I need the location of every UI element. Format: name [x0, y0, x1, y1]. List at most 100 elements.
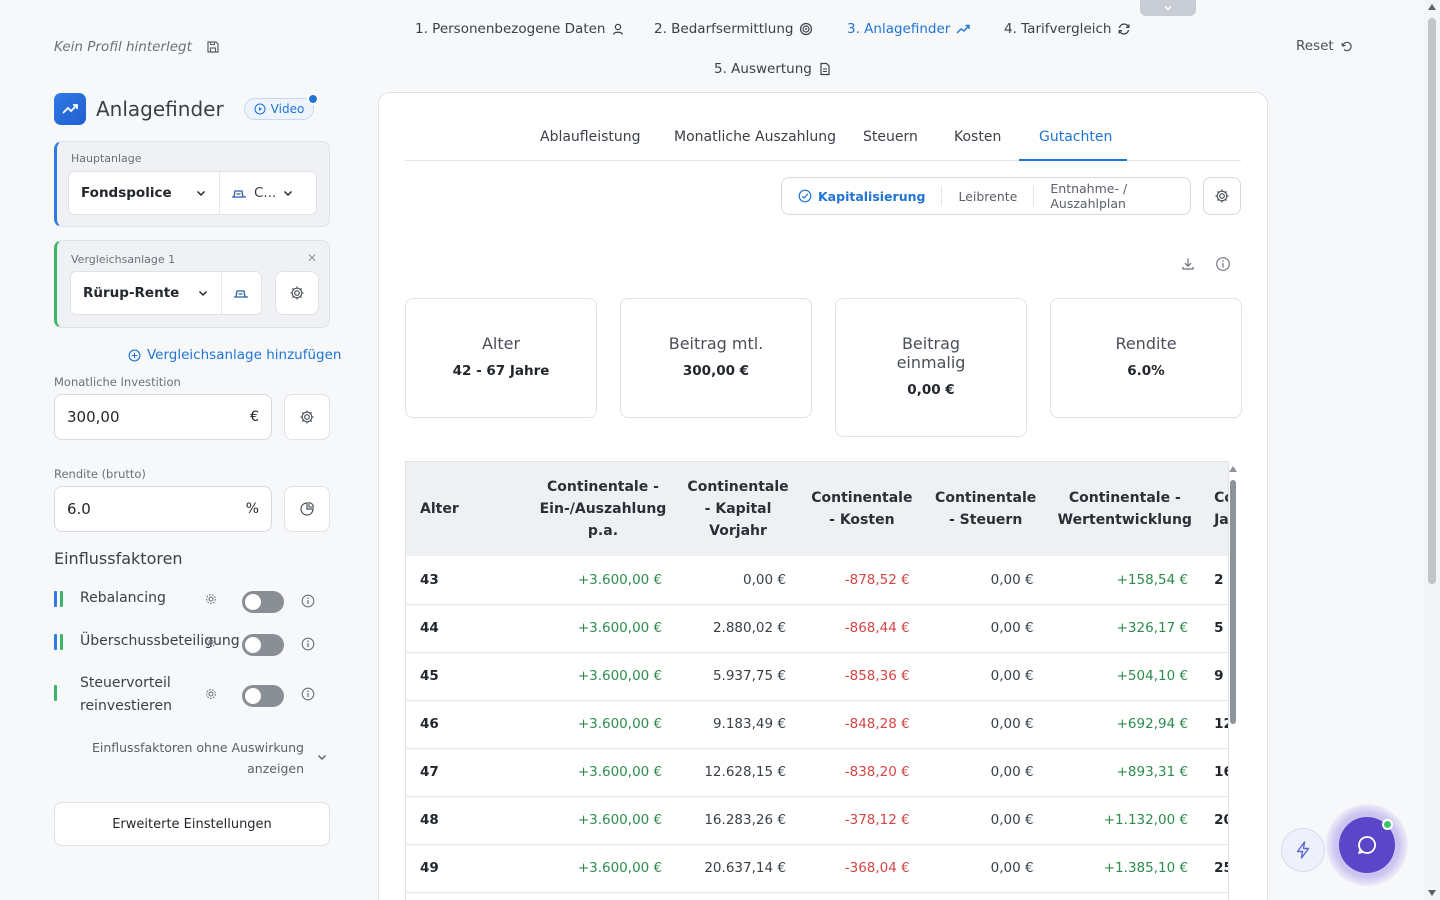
- tab-kosten[interactable]: Kosten: [954, 129, 1001, 145]
- download-icon[interactable]: [1180, 256, 1196, 272]
- table-scrollbar[interactable]: [1229, 466, 1237, 900]
- step-needs-analysis[interactable]: 2. Bedarfsermittlung: [654, 21, 813, 37]
- vergleich-settings-button[interactable]: [275, 271, 319, 315]
- cell: 16: [1202, 748, 1228, 797]
- monthly-settings-button[interactable]: [284, 394, 330, 440]
- gear-icon[interactable]: [204, 592, 218, 606]
- rendite-label: Rendite (brutto): [54, 467, 146, 481]
- product-select[interactable]: Fondspolice: [69, 172, 220, 214]
- cell: -368,04 €: [799, 844, 924, 893]
- segment-leibrente[interactable]: Leibrente: [941, 186, 1033, 206]
- scroll-up-arrow[interactable]: [1428, 4, 1436, 10]
- title-row: Anlagefinder Video: [54, 93, 320, 125]
- scroll-up-arrow[interactable]: [1229, 466, 1237, 472]
- tab-ablaufleistung[interactable]: Ablaufleistung: [540, 129, 641, 145]
- video-button[interactable]: Video: [243, 93, 320, 120]
- cell: 0,00 €: [923, 604, 1048, 653]
- column-header[interactable]: Continentale - Steuern: [924, 462, 1048, 556]
- more-factors-toggle[interactable]: Einflussfaktoren ohne Auswirkung anzeige…: [90, 737, 330, 779]
- column-header[interactable]: Con - I Jah: [1202, 462, 1228, 556]
- segment-kapitalisierung[interactable]: Kapitalisierung: [782, 186, 941, 206]
- step-tariff-comparison[interactable]: 4. Tarifvergleich: [1004, 21, 1131, 37]
- column-header[interactable]: Continentale - Kapital Vorjahr: [676, 462, 800, 556]
- tab-monatliche-auszahlung[interactable]: Monatliche Auszahlung: [674, 129, 836, 145]
- step-anlagefinder[interactable]: 3. Anlagefinder: [847, 21, 971, 37]
- cell: +692,94 €: [1047, 700, 1203, 749]
- gear-icon[interactable]: [204, 635, 218, 649]
- scrollbar-thumb[interactable]: [1230, 480, 1236, 724]
- extended-settings-button[interactable]: Erweiterte Einstellungen: [54, 802, 330, 846]
- factors-title: Einflussfaktoren: [54, 549, 183, 568]
- page-title: Anlagefinder: [96, 97, 224, 121]
- trend-icon: [956, 24, 971, 34]
- save-icon[interactable]: [206, 40, 220, 54]
- cell: -848,28 €: [799, 700, 924, 749]
- close-icon[interactable]: ✕: [307, 251, 317, 265]
- chevron-down-icon: [318, 755, 326, 760]
- cell: 0,00 €: [923, 652, 1048, 701]
- quick-action-button[interactable]: [1281, 828, 1325, 872]
- step-evaluation[interactable]: 5. Auswertung: [714, 61, 832, 77]
- cell: +3.600,00 €: [529, 844, 677, 893]
- tab-steuern[interactable]: Steuern: [863, 129, 918, 145]
- kpi-card-beitrag-einmalig: Beitrag einmalig 0,00 €: [835, 298, 1027, 437]
- segment-entnahmeplan[interactable]: Entnahme- / Auszahlplan: [1033, 181, 1190, 211]
- rebalancing-toggle[interactable]: [242, 591, 284, 613]
- cell: +326,17 €: [1047, 604, 1203, 653]
- cell: 5: [1202, 604, 1228, 653]
- scroll-down-arrow[interactable]: [1428, 890, 1436, 896]
- info-icon[interactable]: [1215, 256, 1231, 272]
- page-scrollbar[interactable]: [1424, 0, 1440, 900]
- info-icon[interactable]: [301, 687, 315, 701]
- column-header[interactable]: Continentale - Wertentwicklung: [1048, 462, 1203, 556]
- main-panel: Ablaufleistung Monatliche Auszahlung Ste…: [378, 92, 1268, 900]
- info-icon[interactable]: [301, 637, 315, 651]
- collapse-tab[interactable]: [1140, 0, 1196, 16]
- cell: 0,00 €: [923, 844, 1048, 893]
- results-table: Alter Continentale - Ein-/Auszahlung p.a…: [406, 462, 1228, 900]
- cell: 43: [406, 556, 530, 605]
- cell: +504,10 €: [1047, 652, 1203, 701]
- cell: 0,00 €: [923, 556, 1048, 605]
- rendite-chart-button[interactable]: [284, 486, 330, 532]
- column-header[interactable]: Alter: [406, 462, 530, 556]
- chat-button[interactable]: [1326, 804, 1408, 886]
- ueberschussbeteiligung-toggle[interactable]: [242, 634, 284, 656]
- provider-select[interactable]: [222, 272, 260, 314]
- target-icon: [800, 22, 813, 36]
- scrollbar-thumb[interactable]: [1428, 18, 1436, 584]
- chevron-down-icon: [198, 290, 208, 297]
- gear-icon[interactable]: [204, 687, 218, 701]
- step-personal-data[interactable]: 1. Personenbezogene Daten: [415, 21, 625, 37]
- provider-select[interactable]: C...: [220, 172, 304, 214]
- reset-button[interactable]: Reset: [1296, 38, 1353, 54]
- cell: 0,00 €: [923, 700, 1048, 749]
- monthly-investment-input[interactable]: 300,00 €: [54, 394, 272, 440]
- table-settings-button[interactable]: [1203, 177, 1241, 215]
- add-vergleichsanlage-link[interactable]: Vergleichsanlage hinzufügen: [128, 347, 341, 363]
- provider-logo-icon: [234, 290, 248, 298]
- chevron-down-icon: [284, 190, 293, 197]
- cell: +3.600,00 €: [529, 604, 677, 653]
- factor-indicator: [54, 634, 63, 650]
- rendite-input[interactable]: 6.0 %: [54, 486, 272, 532]
- column-header[interactable]: Continentale - Ein-/Auszahlung p.a.: [530, 462, 676, 556]
- product-select[interactable]: Rürup-Rente: [71, 272, 222, 314]
- column-header[interactable]: Continentale - Kosten: [800, 462, 924, 556]
- steuervorteil-toggle[interactable]: [242, 685, 284, 707]
- kpi-value: 6.0%: [1127, 363, 1165, 379]
- monthly-investment-label: Monatliche Investition: [54, 375, 181, 389]
- cell: +3.600,00 €: [529, 796, 677, 845]
- gear-icon: [300, 410, 314, 424]
- kpi-card-rendite: Rendite 6.0%: [1050, 298, 1242, 418]
- table-row: [406, 892, 1228, 900]
- gear-icon: [1215, 189, 1229, 203]
- info-icon[interactable]: [301, 594, 315, 608]
- tab-gutachten[interactable]: Gutachten: [1039, 129, 1112, 145]
- cell: -378,12 €: [799, 796, 924, 845]
- no-profile-notice: Kein Profil hinterlegt: [54, 39, 220, 55]
- cell: +3.600,00 €: [529, 700, 677, 749]
- check-circle-icon: [798, 189, 812, 203]
- cell: 0,00 €: [923, 748, 1048, 797]
- cell: +1.385,10 €: [1047, 844, 1203, 893]
